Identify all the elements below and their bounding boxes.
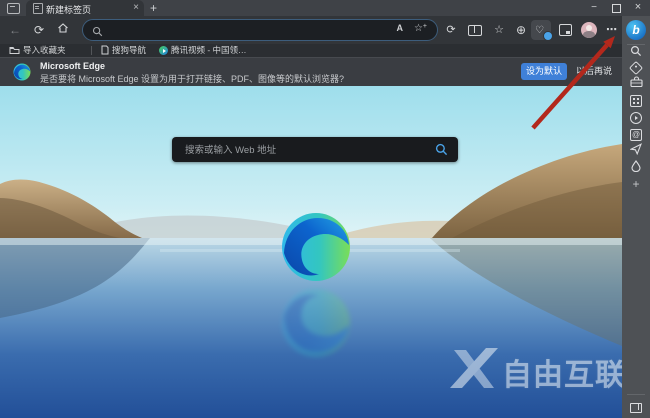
tab-actions-menu-icon[interactable] — [7, 3, 20, 14]
add-favorite-icon[interactable]: ☆+ — [414, 23, 427, 34]
edge-browser-window: 新建标签页 × + − × ← ⟳ A ☆+ ⟳ ☆ ⊕ ♡ — [0, 0, 650, 418]
profile-avatar[interactable] — [581, 22, 597, 38]
sidebar-tools-icon[interactable] — [622, 76, 650, 92]
sidebar-add-icon[interactable]: + — [622, 176, 650, 192]
collections-icon[interactable]: ⊕ — [513, 22, 529, 38]
sidebar-video-icon[interactable] — [622, 110, 650, 126]
folder-import-icon — [9, 46, 20, 55]
watermark: 自由互联 — [448, 348, 622, 394]
title-bar: 新建标签页 × + − × — [0, 0, 650, 16]
sidebar-search-icon[interactable] — [622, 45, 650, 61]
web-capture-icon[interactable] — [557, 22, 573, 38]
newtab-search-input[interactable] — [183, 141, 427, 160]
edge-logo-large — [280, 211, 352, 283]
banner-title: Microsoft Edge — [40, 61, 105, 71]
active-tab[interactable]: 新建标签页 × — [26, 0, 144, 16]
page-icon — [101, 45, 109, 55]
tencent-video-favicon — [159, 46, 168, 55]
edge-logo-icon — [13, 63, 31, 81]
browser-essentials-icon[interactable]: ♡ — [531, 20, 551, 40]
favorites-icon[interactable]: ☆ — [491, 22, 507, 38]
edge-sidebar: b @ + — [622, 16, 650, 418]
update-badge — [543, 31, 553, 41]
copilot-bing-icon[interactable]: b — [626, 20, 646, 40]
later-button[interactable]: 以后再说 — [571, 63, 617, 80]
refresh-icon[interactable]: ⟳ — [31, 22, 47, 38]
address-input[interactable] — [109, 22, 403, 39]
sync-icon[interactable]: ⟳ — [443, 22, 459, 38]
edge-logo-reflection — [280, 287, 352, 359]
sidebar-games-icon[interactable] — [622, 93, 650, 109]
newtab-search-icon[interactable] — [435, 143, 448, 161]
watermark-text: 自由互联 — [502, 350, 622, 394]
tab-close-icon[interactable]: × — [133, 2, 139, 14]
set-default-button[interactable]: 设为默认 — [521, 63, 567, 80]
divider — [91, 46, 92, 55]
watermark-x-logo — [448, 348, 500, 390]
tab-title: 新建标签页 — [46, 3, 128, 16]
read-aloud-icon[interactable]: A — [397, 23, 404, 33]
home-icon[interactable] — [55, 22, 71, 38]
divider — [627, 394, 645, 395]
new-tab-page: 自由互联 — [0, 86, 622, 418]
settings-more-button[interactable]: ⋯ — [604, 22, 620, 38]
bookmark-import-favorites[interactable]: 导入收藏夹 — [9, 44, 66, 57]
sidebar-shopping-icon[interactable] — [622, 60, 650, 76]
banner-message: 是否要将 Microsoft Edge 设置为用于打开链接、PDF、图像等的默认… — [40, 72, 344, 85]
newtab-search-box[interactable] — [172, 137, 458, 162]
window-maximize-button[interactable] — [608, 1, 624, 15]
default-browser-banner: Microsoft Edge 是否要将 Microsoft Edge 设置为用于… — [0, 57, 622, 86]
toolbar: ← ⟳ A ☆+ ⟳ ☆ ⊕ ♡ ⋯ — [0, 16, 622, 44]
new-tab-button[interactable]: + — [150, 1, 157, 15]
bookmark-sogou[interactable]: 搜狗导航 — [101, 44, 146, 57]
split-screen-icon[interactable] — [467, 22, 483, 38]
bookmark-tencent-video[interactable]: 腾讯视频 - 中国领… — [159, 44, 247, 57]
address-search-icon — [92, 24, 103, 42]
maximize-icon — [612, 4, 621, 13]
window-close-button[interactable]: × — [630, 1, 646, 15]
sidebar-drop-icon[interactable] — [622, 160, 650, 176]
favorites-bar: 导入收藏夹 搜狗导航 腾讯视频 - 中国领… — [0, 44, 622, 57]
address-bar[interactable]: A ☆+ — [82, 19, 438, 41]
sidebar-email-icon[interactable]: @ — [622, 126, 650, 142]
sidebar-customize-icon[interactable] — [622, 400, 650, 416]
back-icon[interactable]: ← — [7, 22, 23, 38]
window-minimize-button[interactable]: − — [586, 1, 602, 15]
sidebar-drop-send-icon[interactable] — [622, 143, 650, 159]
tab-favicon-icon — [33, 3, 43, 14]
